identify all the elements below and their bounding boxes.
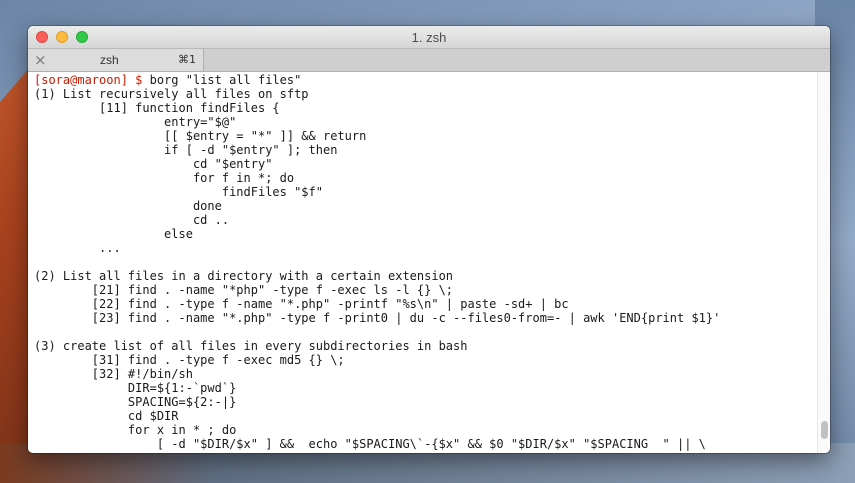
output-line: SPACING=${2:-|} bbox=[34, 395, 237, 409]
output-line: ... bbox=[34, 241, 121, 255]
close-tab-icon[interactable]: × bbox=[34, 51, 47, 69]
output-line: done bbox=[34, 199, 222, 213]
output-line: [31] find . -type f -exec md5 {} \; bbox=[34, 353, 345, 367]
output-line: [23] find . -name "*.php" -type f -print… bbox=[34, 311, 721, 325]
output-line: else bbox=[34, 227, 193, 241]
output-line: if [ -d "$entry" ]; then bbox=[34, 143, 338, 157]
output-line: DIR=${1:-`pwd`} bbox=[34, 381, 237, 395]
output-line: cd .. bbox=[34, 213, 230, 227]
scroll-thumb[interactable] bbox=[821, 421, 828, 439]
output-line: [ -d "$DIR/$x" ] && echo "$SPACING\`-{$x… bbox=[34, 437, 706, 451]
terminal-output[interactable]: [sora@maroon] $ borg "list all files" (1… bbox=[28, 72, 818, 453]
window-title: 1. zsh bbox=[411, 30, 447, 45]
output-line: (2) List all files in a directory with a… bbox=[34, 269, 454, 283]
output-line: [11] function findFiles { bbox=[34, 101, 280, 115]
output-line: [21] find . -name "*php" -type f -exec l… bbox=[34, 283, 454, 297]
tab-shortcut: ⌘1 bbox=[178, 53, 196, 66]
output-line: cd $DIR bbox=[34, 409, 179, 423]
output-line: entry="$@" bbox=[34, 115, 237, 129]
output-line: findFiles "$f" bbox=[34, 185, 323, 199]
output-line: [32] #!/bin/sh bbox=[34, 367, 193, 381]
tab-label: zsh bbox=[100, 53, 119, 67]
tab-bar: × zsh ⌘1 bbox=[28, 49, 830, 72]
tab-zsh[interactable]: × zsh ⌘1 bbox=[28, 49, 204, 71]
terminal-text: [sora@maroon] $ borg "list all files" (1… bbox=[28, 72, 818, 451]
command-text: borg "list all files" bbox=[142, 73, 302, 87]
output-line: [22] find . -type f -name "*.php" -print… bbox=[34, 297, 569, 311]
title-bar[interactable]: 1. zsh bbox=[28, 26, 830, 49]
output-line: for x in * ; do bbox=[34, 423, 237, 437]
terminal-window: 1. zsh × zsh ⌘1 [sora@maroon] $ borg "li… bbox=[28, 26, 830, 453]
output-line: for f in *; do bbox=[34, 171, 295, 185]
output-line: (1) List recursively all files on sftp bbox=[34, 87, 309, 101]
output-line: [[ $entry = "*" ]] && return bbox=[34, 129, 367, 143]
output-line: cd "$entry" bbox=[34, 157, 273, 171]
command-output: (1) List recursively all files on sftp [… bbox=[34, 87, 720, 451]
prompt-user: [sora@maroon] bbox=[34, 73, 128, 87]
output-line: (3) create list of all files in every su… bbox=[34, 339, 468, 353]
scrollbar[interactable] bbox=[817, 72, 830, 453]
